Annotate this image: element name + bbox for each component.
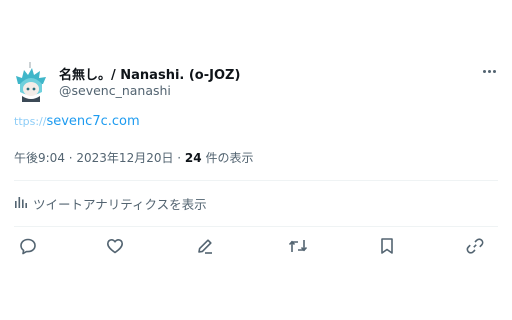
timestamp[interactable]: 午後9:04 · 2023年12月20日 · (14, 151, 185, 165)
more-dot-icon (482, 69, 486, 73)
edit-icon (196, 237, 214, 255)
analytics-label: ツイートアナリティクスを表示 (33, 197, 207, 212)
like-icon (106, 237, 124, 255)
tweet-link[interactable]: ttps://sevenc7c.com (14, 114, 140, 129)
bookmark-button[interactable] (377, 236, 397, 256)
more-options-button[interactable] (478, 62, 500, 80)
user-handle[interactable]: @sevenc_nanashi (59, 83, 171, 98)
divider (14, 226, 498, 227)
views-count: 24 (184, 151, 202, 165)
more-dot-icon (487, 69, 491, 73)
display-name[interactable]: 名無し。/ Nanashi. (o-JOZ) (59, 64, 240, 83)
share-link-button[interactable] (465, 236, 485, 256)
bar-chart-icon (14, 195, 28, 212)
more-dot-icon (492, 69, 496, 73)
reply-icon (19, 237, 37, 255)
retweet-button[interactable] (288, 236, 308, 256)
share-link-icon (466, 237, 484, 255)
retweet-icon (288, 237, 308, 255)
reply-button[interactable] (18, 236, 38, 256)
tweet-meta: 午後9:04 · 2023年12月20日 · 24 件の表示 (14, 149, 253, 166)
divider (14, 180, 498, 181)
link-host: sevenc7c.com (46, 114, 140, 129)
bookmark-icon (378, 237, 396, 255)
link-scheme: ttps:// (14, 115, 47, 128)
tweet-card: 名無し。/ Nanashi. (o-JOZ) @sevenc_nanashi t… (0, 0, 512, 320)
views-label: 件の表示 (201, 151, 254, 165)
view-analytics-button[interactable]: ツイートアナリティクスを表示 (14, 194, 207, 213)
anime-avatar-icon[interactable] (14, 62, 48, 102)
edit-button[interactable] (195, 236, 215, 256)
like-button[interactable] (105, 236, 125, 256)
